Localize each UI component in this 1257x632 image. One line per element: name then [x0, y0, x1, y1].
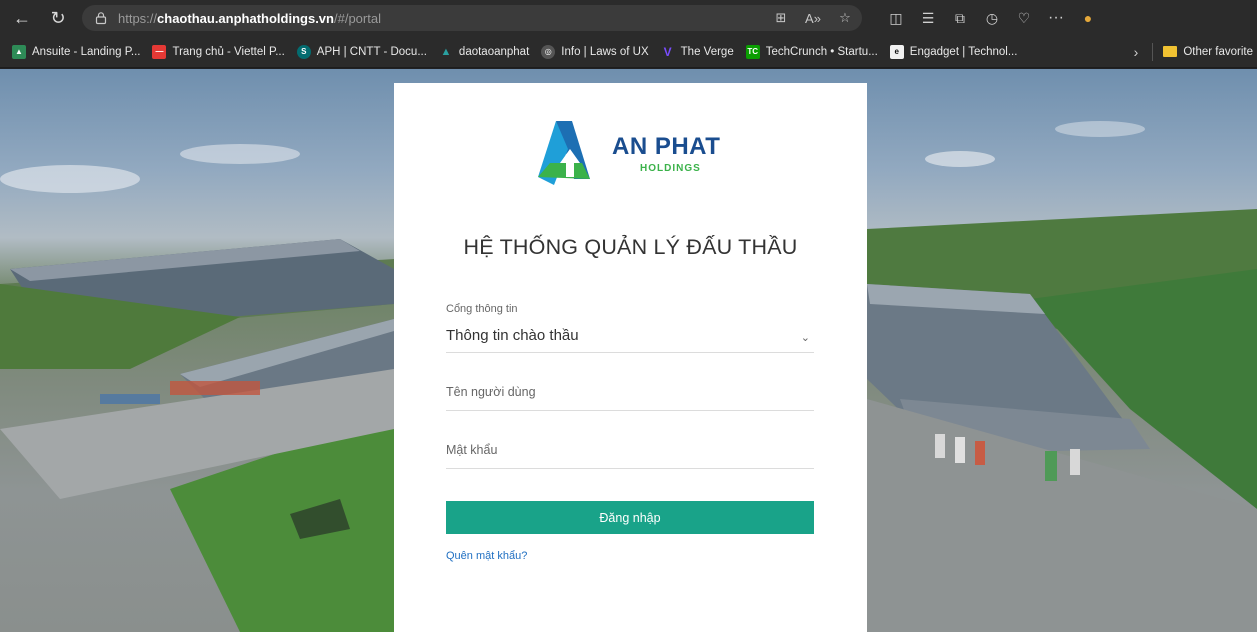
page-title: HỆ THỐNG QUẢN LÝ ĐẤU THẦU: [463, 235, 798, 259]
page-background: AN PHAT HOLDINGS HỆ THỐNG QUẢN LÝ ĐẤU TH…: [0, 69, 1257, 632]
favorites-icon[interactable]: ☰: [916, 6, 940, 30]
company-logo: AN PHAT HOLDINGS: [528, 119, 738, 187]
url-domain: chaothau.anphatholdings.vn: [157, 10, 334, 26]
collections-icon[interactable]: ⧉: [948, 6, 972, 30]
history-icon[interactable]: ◷: [980, 6, 1004, 30]
bookmark-laws-of-ux[interactable]: ◎ Info | Laws of UX: [541, 44, 649, 59]
bookmarks-divider: [1152, 42, 1154, 61]
bookmark-ansuite[interactable]: ▲ Ansuite - Landing P...: [12, 44, 141, 59]
bookmark-label: Other favorite: [1183, 45, 1253, 58]
lawsofux-icon: ◎: [541, 44, 556, 59]
brand-name: AN PHAT: [612, 133, 721, 160]
bookmark-label: TechCrunch • Startu...: [765, 45, 878, 58]
lock-icon: [95, 12, 107, 25]
bookmark-the-verge[interactable]: V The Verge: [661, 45, 734, 59]
bookmark-label: Trang chủ - Viettel P...: [172, 45, 285, 58]
copilot-icon[interactable]: ●: [1076, 6, 1100, 30]
portal-label: Cổng thông tin: [446, 303, 518, 315]
anphat-logo-icon: [538, 121, 590, 185]
forgot-password-link[interactable]: Quên mật khẩu?: [446, 550, 527, 562]
performance-icon[interactable]: ♡: [1012, 6, 1036, 30]
bookmark-viettel[interactable]: — Trang chủ - Viettel P...: [152, 44, 285, 59]
address-bar[interactable]: https://chaothau.anphatholdings.vn/#/por…: [82, 5, 862, 31]
read-aloud-icon[interactable]: A»: [802, 7, 824, 29]
more-options-icon[interactable]: ···: [1044, 6, 1068, 30]
password-input[interactable]: [446, 443, 814, 457]
bookmark-label: APH | CNTT - Docu...: [316, 45, 427, 58]
browser-toolbar: ← ↻ https://chaothau.anphatholdings.vn/#…: [0, 0, 1257, 36]
techcrunch-icon: TC: [745, 44, 760, 59]
anphat-icon: ▲: [440, 45, 452, 58]
sharepoint-icon: S: [296, 44, 311, 59]
bookmarks-bar: ▲ Ansuite - Landing P... — Trang chủ - V…: [0, 36, 1257, 68]
bookmark-label: The Verge: [680, 45, 734, 58]
username-input[interactable]: [446, 385, 814, 399]
url-protocol: https://: [118, 10, 158, 26]
username-field-wrapper: [446, 383, 814, 411]
bookmark-techcrunch[interactable]: TC TechCrunch • Startu...: [745, 44, 878, 59]
portal-select[interactable]: Cổng thông tin Thông tin chào thầu ⌄: [446, 303, 814, 353]
split-screen-icon[interactable]: ◫: [884, 6, 908, 30]
bookmark-label: daotaoanphat: [458, 45, 530, 58]
chevron-down-icon: ⌄: [800, 332, 810, 344]
favorite-star-icon[interactable]: ☆: [834, 7, 856, 29]
bookmark-label: Info | Laws of UX: [561, 45, 649, 58]
password-field-wrapper: [446, 441, 814, 469]
ansuite-icon: ▲: [12, 44, 26, 59]
login-button[interactable]: Đăng nhập: [446, 501, 814, 534]
arrow-left-icon: ←: [13, 7, 31, 28]
url-path: /#/portal: [333, 10, 381, 26]
engadget-icon: e: [889, 44, 904, 59]
verge-icon: V: [663, 44, 672, 59]
login-card: AN PHAT HOLDINGS HỆ THỐNG QUẢN LÝ ĐẤU TH…: [394, 83, 867, 632]
back-button[interactable]: ←: [8, 4, 36, 32]
folder-icon: [1163, 46, 1178, 57]
app-available-icon[interactable]: ⊞: [770, 7, 792, 29]
bookmark-daotaoanphat[interactable]: ▲ daotaoanphat: [439, 45, 529, 59]
bookmark-label: Ansuite - Landing P...: [32, 45, 141, 58]
bookmark-label: Engadget | Technol...: [909, 45, 1018, 58]
refresh-icon: ↻: [50, 7, 66, 28]
brand-subtitle: HOLDINGS: [640, 163, 701, 174]
bookmark-aph-cntt[interactable]: S APH | CNTT - Docu...: [296, 44, 427, 59]
viettel-icon: —: [152, 44, 167, 59]
chevron-right-icon[interactable]: ›: [1134, 44, 1139, 60]
bookmark-engadget[interactable]: e Engadget | Technol...: [889, 44, 1018, 59]
refresh-button[interactable]: ↻: [44, 4, 72, 32]
portal-selected-value: Thông tin chào thầu: [446, 327, 579, 344]
bookmark-other-favorites[interactable]: Other favorite: [1163, 46, 1253, 58]
